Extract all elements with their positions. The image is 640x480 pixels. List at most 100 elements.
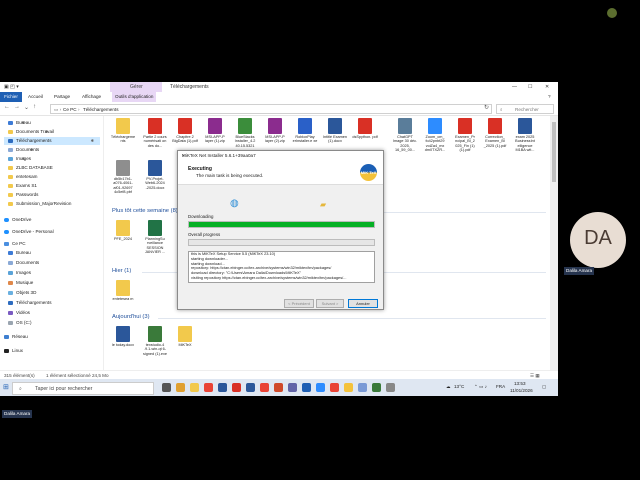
nav-bureau[interactable]: Bureau ✱ <box>8 119 31 127</box>
tab-share[interactable]: Partage <box>54 94 70 99</box>
previous-button[interactable]: < Précédent <box>284 299 314 308</box>
nav-linux[interactable]: Linux <box>4 347 23 355</box>
file-item[interactable]: entetesea m <box>110 280 136 301</box>
maximize-icon[interactable]: ☐ <box>528 84 532 90</box>
chrome-icon[interactable] <box>176 383 185 392</box>
scrollbar-thumb[interactable] <box>552 122 556 182</box>
nav-pc-3d-objects[interactable]: Objets 3D <box>8 289 36 297</box>
system-tray-icons[interactable]: ⌃ ▭ ♪ <box>474 384 487 390</box>
file-item[interactable]: texstudio-4 .9.1-win-qt 6-signed (1).exe <box>142 326 168 356</box>
tab-app-tools[interactable]: Outils d'application <box>112 92 157 102</box>
weather-icon[interactable]: ☁ <box>446 384 451 390</box>
search-input[interactable]: ⌕ Rechercher <box>496 104 554 114</box>
nav-submission[interactable]: Submission_MajorRevision <box>8 200 71 208</box>
breadcrumb-downloads[interactable]: Téléchargements <box>83 107 119 112</box>
file-item[interactable]: dsSpython. pdf <box>352 118 378 139</box>
nav-pc-videos[interactable]: Vidéos <box>8 309 30 317</box>
nav-exams-s1[interactable]: Exams S1 <box>8 182 37 190</box>
help-icon[interactable]: ? <box>548 94 551 99</box>
chrome-icon[interactable] <box>330 383 339 392</box>
file-item[interactable]: Intitlé Examen (1).docx <box>322 118 348 144</box>
refresh-icon[interactable]: ↻ <box>484 104 489 111</box>
nav-pc-documents[interactable]: Documents <box>8 259 39 267</box>
installer-icon[interactable] <box>386 383 395 392</box>
nav-onedrive[interactable]: OneDrive <box>4 216 31 224</box>
file-item[interactable]: Téléchargements <box>110 118 136 144</box>
file-item[interactable]: Correction_ Examen_Bl _2025 (1).pdf <box>482 118 508 148</box>
texstudio-icon[interactable] <box>372 383 381 392</box>
forward-icon[interactable]: → <box>14 104 20 110</box>
language-indicator[interactable]: FRA <box>496 384 505 389</box>
zoom-icon[interactable] <box>316 383 325 392</box>
file-item[interactable]: Partie 2 cours numérisati on des do... <box>142 118 168 148</box>
file-item[interactable]: le today.docx <box>110 326 136 347</box>
chrome-icon[interactable] <box>260 383 269 392</box>
nav-pc-music[interactable]: Musique <box>8 279 33 287</box>
manage-contextual-tab[interactable]: Gérer <box>110 82 162 92</box>
tab-file[interactable]: Fichier <box>0 92 22 102</box>
task-view-icon[interactable] <box>162 383 171 392</box>
nav-documents-travail[interactable]: Documents Travail ✱ <box>8 128 54 136</box>
cancel-button[interactable]: Annuler <box>348 299 378 308</box>
acrobat-icon[interactable] <box>232 383 241 392</box>
participant-avatar[interactable]: DA <box>570 212 626 268</box>
notifications-icon[interactable]: ▢ <box>542 384 546 390</box>
nav-onedrive-personal[interactable]: OneDrive - Personal <box>4 228 54 236</box>
word-icon[interactable] <box>246 383 255 392</box>
group-header-yesterday[interactable]: Hier (1) <box>112 268 131 274</box>
tab-home[interactable]: Accueil <box>28 94 43 99</box>
app-icon[interactable] <box>302 383 311 392</box>
back-icon[interactable]: ← <box>4 104 10 110</box>
file-item[interactable]: exam 2025 BusinessInt elligence M1BA wit… <box>512 118 538 153</box>
nav-pc-downloads[interactable]: Téléchargements <box>8 299 52 307</box>
nav-pc-bureau[interactable]: Bureau <box>8 249 31 257</box>
tab-view[interactable]: Affichage <box>82 94 101 99</box>
edge-icon[interactable] <box>218 383 227 392</box>
app-icon[interactable] <box>358 383 367 392</box>
installer-log-textbox[interactable]: this is MiKTeX Setup Service 5.5 (MiKTeX… <box>188 251 375 283</box>
nav-network[interactable]: Réseau <box>4 333 28 341</box>
vertical-scrollbar[interactable] <box>550 116 558 370</box>
file-item[interactable]: RobloxPlay erInstaller.e xe <box>292 118 318 144</box>
up-icon[interactable]: ↑ <box>33 104 36 110</box>
address-input[interactable]: ▭ › Ce PC › Téléchargements <box>50 104 492 114</box>
nav-this-pc[interactable]: Ce PC <box>4 240 26 248</box>
taskbar-search-input[interactable]: ⌕ Taper ici pour rechercher <box>12 382 154 395</box>
nav-pc-drive-c[interactable]: OS (C:) <box>8 319 32 327</box>
nav-passwords[interactable]: Passwords <box>8 191 38 199</box>
file-explorer-icon[interactable] <box>190 383 199 392</box>
file-item[interactable]: PV-Projet-Web6-2024 -2025.docx <box>142 160 168 190</box>
quick-access-toolbar-icon[interactable]: ▣ ◰ ▾ <box>4 84 19 90</box>
recent-dropdown-icon[interactable]: ⌄ <box>24 104 29 111</box>
nav-documents[interactable]: Documents ✱ <box>8 146 39 154</box>
nav-zlbc-database[interactable]: ZLBC DATABASE <box>8 164 53 172</box>
close-icon[interactable]: ✕ <box>545 84 549 90</box>
file-item[interactable]: Examen_Pr ncipal_Bl_2 025_Fin (1) (1).pd… <box>452 118 478 153</box>
nav-telechargements[interactable]: Téléchargements ✱ <box>4 137 100 145</box>
file-item[interactable]: MiKTeX <box>172 326 198 347</box>
file-item[interactable]: PlanningSu rveillance SESSION JANVIER ..… <box>142 220 168 255</box>
group-header-today[interactable]: Aujourd'hui (3) <box>112 314 150 320</box>
nav-pc-images[interactable]: Images <box>8 269 31 277</box>
file-item[interactable]: ChatGPT Image 30 déc. 2025, 16_59_00... <box>392 118 418 153</box>
file-item[interactable]: db5b17b1-a076-4061-af01-92697 4c5ef8.pbf <box>110 160 136 195</box>
file-item[interactable]: MSI-APP-P layer (2).zip <box>262 118 288 144</box>
file-item[interactable]: Chapitre 2 BigData (1).pdf <box>172 118 198 144</box>
nav-images[interactable]: Images ✱ <box>8 155 31 163</box>
minimize-icon[interactable]: — <box>512 84 517 90</box>
clock-time[interactable]: 13:53 <box>514 381 526 386</box>
file-item[interactable]: Zoom_cm_ fo42pnbt29 voiZa4_mx dm0TXZR... <box>422 118 448 153</box>
temperature[interactable]: 13°C <box>454 384 464 389</box>
breadcrumb-this-pc[interactable]: Ce PC <box>63 107 77 112</box>
clock-date[interactable]: 11/01/2026 <box>510 388 533 393</box>
next-button[interactable]: Suivant > <box>316 299 344 308</box>
group-header-this-week[interactable]: Plus tôt cette semaine (8) <box>112 208 178 214</box>
miktex-icon[interactable] <box>344 383 353 392</box>
powerpoint-icon[interactable] <box>274 383 283 392</box>
nav-entetesam[interactable]: entetesam <box>8 173 37 181</box>
file-item[interactable]: PFE_2024 <box>110 220 136 241</box>
windows-start-icon[interactable]: ⊞ <box>3 383 9 391</box>
teams-icon[interactable] <box>288 383 297 392</box>
file-item[interactable]: BlueStacks Installer_4.2 40.15.5321 <box>232 118 258 148</box>
chrome-icon[interactable] <box>204 383 213 392</box>
